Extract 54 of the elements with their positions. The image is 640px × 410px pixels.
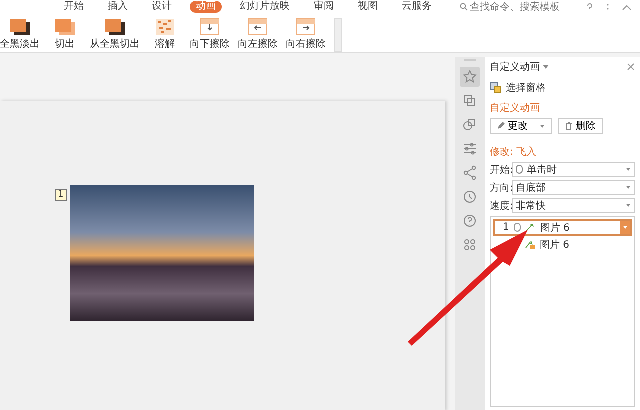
trash-icon	[565, 122, 573, 130]
menu-tab[interactable]: 幻灯片放映	[234, 1, 296, 13]
effect-button[interactable]: 溶解	[148, 18, 182, 51]
effect-button[interactable]: 切出	[48, 18, 82, 51]
effect-button[interactable]: 全黑淡出	[0, 18, 40, 51]
item-dropdown[interactable]	[620, 221, 630, 234]
menu-tab[interactable]: 开始	[58, 1, 90, 13]
effect-icon	[9, 18, 31, 36]
modify-label: 修改: 飞入	[490, 146, 538, 159]
panel-title-dropdown[interactable]: 自定义动画	[490, 60, 549, 74]
effect-button[interactable]: 向左擦除	[238, 18, 278, 51]
change-button[interactable]: 更改	[490, 118, 552, 134]
caret-icon	[622, 226, 628, 229]
caret-icon	[626, 168, 631, 171]
select-pane-button[interactable]: 选择窗格	[490, 81, 635, 95]
caret-icon	[626, 204, 631, 207]
effect-icon	[295, 18, 317, 36]
caret-icon	[543, 65, 549, 70]
field-label: 方向:	[490, 182, 510, 194]
search-icon	[460, 3, 468, 11]
caret-icon	[540, 124, 545, 128]
effect-button[interactable]: 从全黑切出	[90, 18, 140, 51]
option-dropdown[interactable]: 单击时	[512, 162, 635, 177]
close-icon[interactable]	[627, 63, 635, 71]
delete-button[interactable]: 删除	[558, 118, 603, 134]
effect-icon	[199, 18, 221, 36]
field-label: 速度:	[490, 200, 510, 212]
mouse-icon	[514, 223, 522, 232]
select-pane-icon	[490, 82, 502, 94]
picture-icon	[525, 240, 536, 250]
help-icon[interactable]	[586, 2, 594, 12]
effect-button[interactable]: 向右擦除	[286, 18, 326, 51]
section-title: 自定义动画	[490, 102, 541, 115]
effect-icon	[154, 18, 176, 36]
menu-tab[interactable]: 插入	[102, 1, 134, 13]
option-dropdown[interactable]: 非常快	[512, 198, 635, 213]
animation-item[interactable]: 1 图片 6	[493, 219, 632, 236]
pencil-icon	[497, 122, 505, 130]
field-label: 开始:	[490, 164, 510, 176]
menu-tab[interactable]: 审阅	[308, 1, 340, 13]
effect-icon	[104, 18, 126, 36]
menu-tab[interactable]: 视图	[352, 1, 384, 13]
menu-tab[interactable]: 设计	[146, 1, 178, 13]
animation-number-tag: 1	[55, 189, 67, 201]
drag-preview: 图片 6	[493, 238, 632, 252]
menu-tab[interactable]: 云服务	[396, 1, 438, 13]
effect-icon	[54, 18, 76, 36]
effect-icon	[247, 18, 269, 36]
mouse-icon	[516, 165, 523, 174]
caret-icon	[626, 186, 631, 189]
effect-button[interactable]: 向下擦除	[190, 18, 230, 51]
collapse-icon[interactable]	[622, 4, 632, 10]
option-dropdown[interactable]: 自底部	[512, 180, 635, 195]
search-field[interactable]: 查找命令、搜索模板	[460, 1, 574, 13]
